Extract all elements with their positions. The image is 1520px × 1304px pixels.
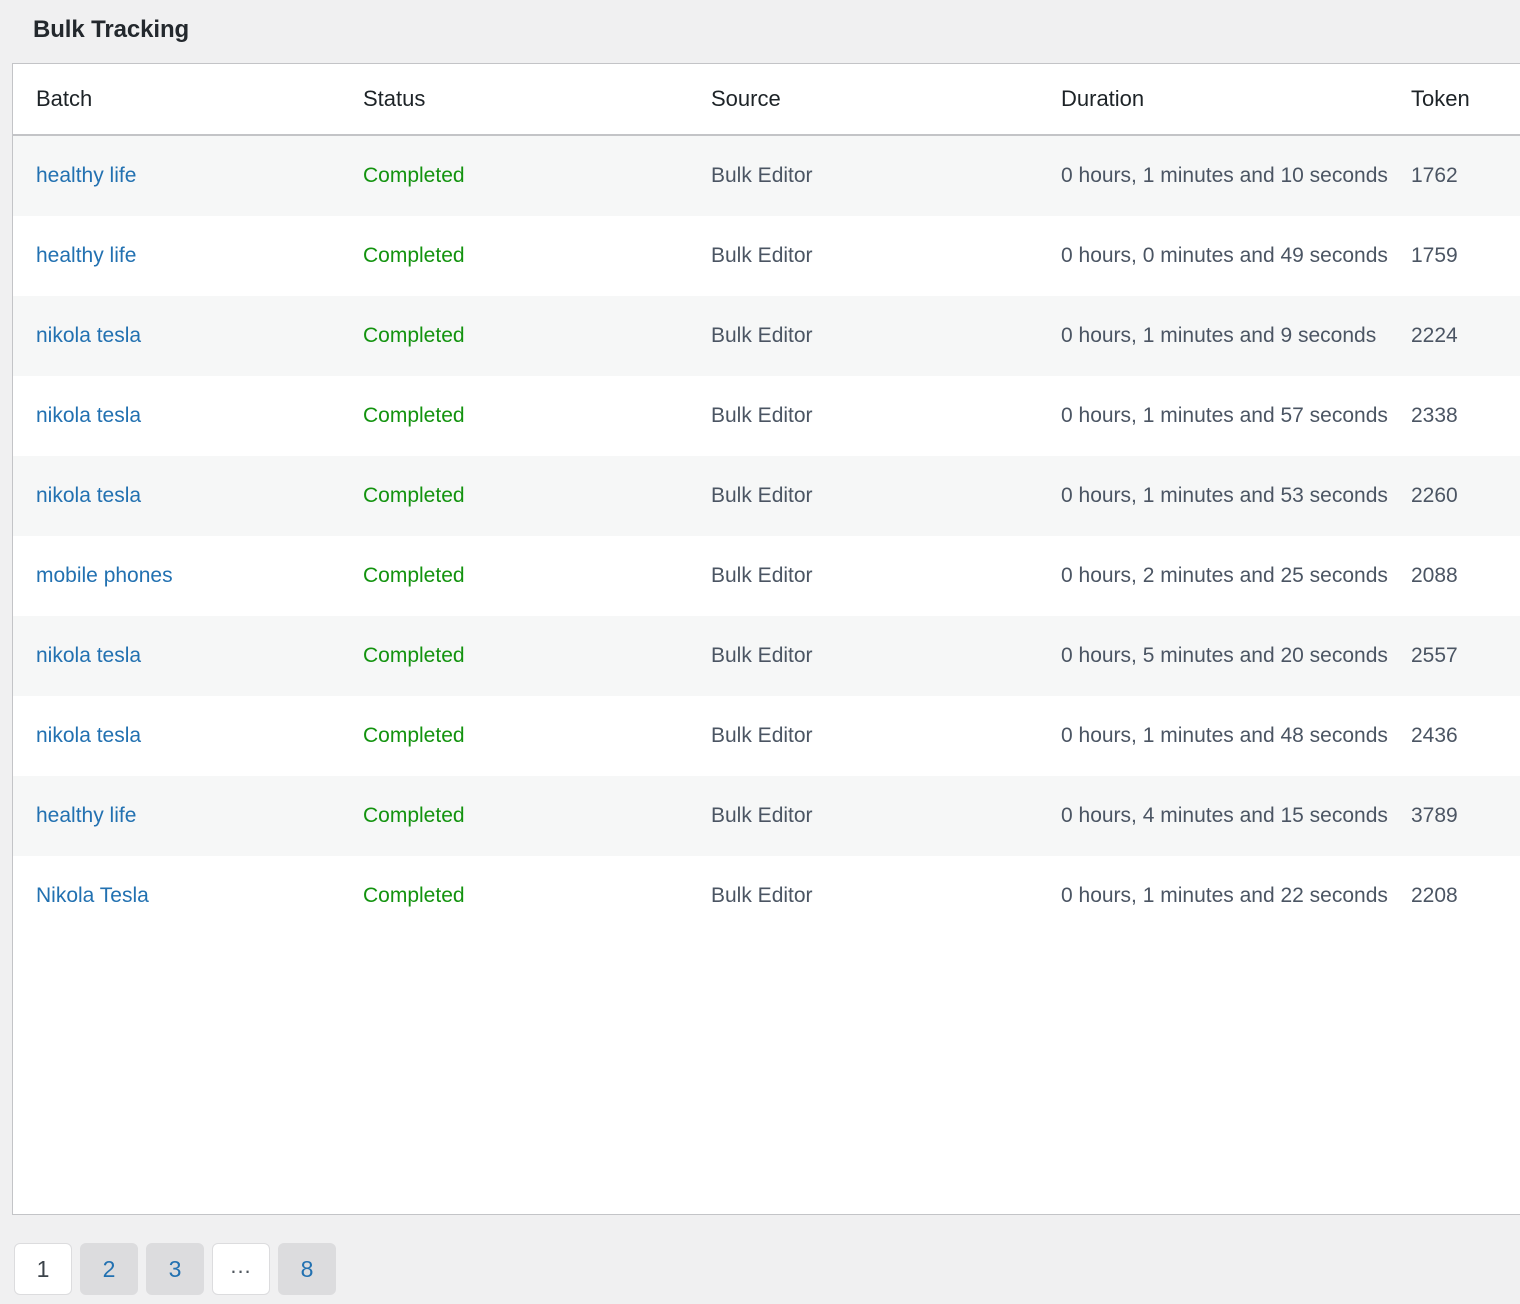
- cell-duration: 0 hours, 1 minutes and 57 seconds: [1061, 376, 1411, 456]
- batch-link[interactable]: nikola tesla: [36, 324, 141, 347]
- status-badge: Completed: [363, 324, 465, 347]
- cell-source: Bulk Editor: [711, 376, 1061, 456]
- cell-token: 2208: [1411, 856, 1520, 936]
- cell-source: Bulk Editor: [711, 216, 1061, 296]
- column-header-duration[interactable]: Duration: [1061, 64, 1411, 135]
- status-badge: Completed: [363, 564, 465, 587]
- cell-batch: mobile phones: [13, 536, 363, 616]
- status-badge: Completed: [363, 724, 465, 747]
- table-header-row: Batch Status Source Duration Token: [13, 64, 1520, 135]
- table-row: healthy life Completed Bulk Editor0 hours,…: [13, 135, 1520, 216]
- cell-source: Bulk Editor: [711, 296, 1061, 376]
- cell-token: 2088: [1411, 536, 1520, 616]
- status-badge: Completed: [363, 884, 465, 907]
- column-header-token[interactable]: Token: [1411, 64, 1520, 135]
- cell-status: Completed: [363, 456, 711, 536]
- cell-token: 3789: [1411, 776, 1520, 856]
- batch-link[interactable]: nikola tesla: [36, 484, 141, 507]
- cell-batch: nikola tesla: [13, 376, 363, 456]
- cell-batch: nikola tesla: [13, 696, 363, 776]
- cell-token: 2436: [1411, 696, 1520, 776]
- cell-token: 1759: [1411, 216, 1520, 296]
- cell-duration: 0 hours, 1 minutes and 10 seconds: [1061, 135, 1411, 216]
- cell-source: Bulk Editor: [711, 536, 1061, 616]
- table-row: mobile phones Completed Bulk Editor0 hours…: [13, 536, 1520, 616]
- cell-batch: healthy life: [13, 216, 363, 296]
- status-badge: Completed: [363, 164, 465, 187]
- table-body: healthy lifeCompletedBulk Editor0 hours,…: [13, 135, 1520, 936]
- batch-link[interactable]: nikola tesla: [36, 644, 141, 667]
- table-row: nikola tesla Completed Bulk Editor0 hours,…: [13, 456, 1520, 536]
- cell-token: 2338: [1411, 376, 1520, 456]
- table-header: Batch Status Source Duration Token: [13, 64, 1520, 135]
- cell-token: 2557: [1411, 616, 1520, 696]
- status-badge: Completed: [363, 644, 465, 667]
- batch-link[interactable]: Nikola Tesla: [36, 884, 149, 907]
- cell-status: Completed: [363, 296, 711, 376]
- cell-duration: 0 hours, 4 minutes and 15 seconds: [1061, 776, 1411, 856]
- cell-batch: nikola tesla: [13, 296, 363, 376]
- status-badge: Completed: [363, 244, 465, 267]
- cell-source: Bulk Editor: [711, 456, 1061, 536]
- pagination: 123...8: [14, 1243, 336, 1295]
- column-header-status[interactable]: Status: [363, 64, 711, 135]
- pagination-page-3[interactable]: 3: [146, 1243, 204, 1295]
- cell-source: Bulk Editor: [711, 616, 1061, 696]
- batch-link[interactable]: nikola tesla: [36, 724, 141, 747]
- status-badge: Completed: [363, 484, 465, 507]
- cell-duration: 0 hours, 5 minutes and 20 seconds: [1061, 616, 1411, 696]
- column-header-source[interactable]: Source: [711, 64, 1061, 135]
- cell-duration: 0 hours, 1 minutes and 22 seconds: [1061, 856, 1411, 936]
- batch-link[interactable]: healthy life: [36, 164, 136, 187]
- cell-batch: healthy life: [13, 776, 363, 856]
- cell-batch: nikola tesla: [13, 456, 363, 536]
- pagination-page-2[interactable]: 2: [80, 1243, 138, 1295]
- cell-token: 1762: [1411, 135, 1520, 216]
- pagination-page-8[interactable]: 8: [278, 1243, 336, 1295]
- cell-duration: 0 hours, 2 minutes and 25 seconds: [1061, 536, 1411, 616]
- cell-status: Completed: [363, 856, 711, 936]
- cell-token: 2260: [1411, 456, 1520, 536]
- cell-status: Completed: [363, 216, 711, 296]
- cell-status: Completed: [363, 696, 711, 776]
- status-badge: Completed: [363, 804, 465, 827]
- batch-link[interactable]: healthy life: [36, 804, 136, 827]
- cell-source: Bulk Editor: [711, 135, 1061, 216]
- cell-batch: Nikola Tesla: [13, 856, 363, 936]
- table-row: nikola tesla Completed Bulk Editor0 hours,…: [13, 296, 1520, 376]
- table-row: nikola tesla Completed Bulk Editor0 hours,…: [13, 616, 1520, 696]
- cell-source: Bulk Editor: [711, 696, 1061, 776]
- status-badge: Completed: [363, 404, 465, 427]
- cell-duration: 0 hours, 1 minutes and 9 seconds: [1061, 296, 1411, 376]
- bulk-tracking-table: Batch Status Source Duration Token healt…: [13, 64, 1520, 936]
- column-header-batch[interactable]: Batch: [13, 64, 363, 135]
- batch-link[interactable]: healthy life: [36, 244, 136, 267]
- cell-status: Completed: [363, 135, 711, 216]
- pagination-page-1: 1: [14, 1243, 72, 1295]
- cell-duration: 0 hours, 1 minutes and 53 seconds: [1061, 456, 1411, 536]
- cell-source: Bulk Editor: [711, 856, 1061, 936]
- cell-token: 2224: [1411, 296, 1520, 376]
- table-row: nikola tesla Completed Bulk Editor0 hours,…: [13, 696, 1520, 776]
- cell-status: Completed: [363, 376, 711, 456]
- page-title: Bulk Tracking: [33, 15, 189, 45]
- batch-link[interactable]: mobile phones: [36, 564, 173, 587]
- bulk-tracking-table-panel: Batch Status Source Duration Token healt…: [12, 63, 1520, 1215]
- table-row: Nikola Tesla Completed Bulk Editor0 hours,…: [13, 856, 1520, 936]
- bulk-tracking-page: Bulk Tracking Batch Status Source Durati…: [0, 0, 1520, 1304]
- pagination-ellipsis[interactable]: ...: [212, 1243, 270, 1295]
- cell-source: Bulk Editor: [711, 776, 1061, 856]
- batch-link[interactable]: nikola tesla: [36, 404, 141, 427]
- cell-batch: nikola tesla: [13, 616, 363, 696]
- cell-batch: healthy life: [13, 135, 363, 216]
- cell-duration: 0 hours, 1 minutes and 48 seconds: [1061, 696, 1411, 776]
- cell-status: Completed: [363, 536, 711, 616]
- cell-status: Completed: [363, 776, 711, 856]
- table-row: healthy life Completed Bulk Editor0 hours,…: [13, 776, 1520, 856]
- cell-status: Completed: [363, 616, 711, 696]
- cell-duration: 0 hours, 0 minutes and 49 seconds: [1061, 216, 1411, 296]
- table-row: nikola tesla Completed Bulk Editor0 hours,…: [13, 376, 1520, 456]
- table-row: healthy life Completed Bulk Editor0 hours,…: [13, 216, 1520, 296]
